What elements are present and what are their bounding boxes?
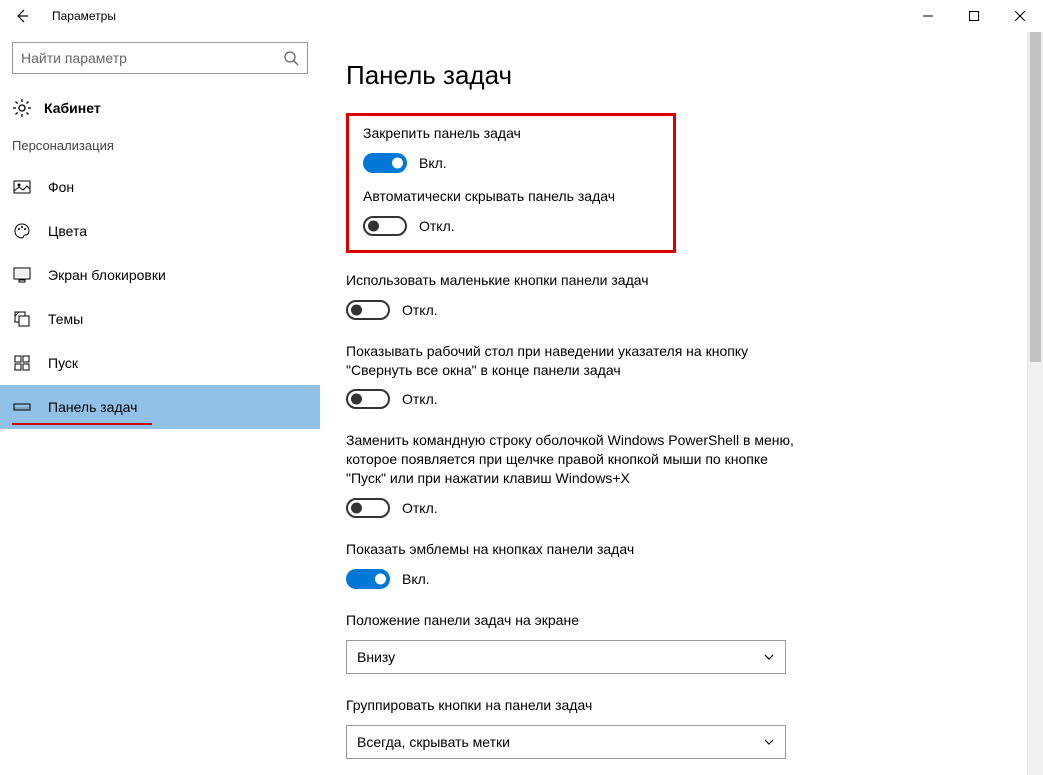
lockscreen-icon	[12, 266, 32, 284]
setting-label: Положение панели задач на экране	[346, 611, 806, 630]
setting-label: Закрепить панель задач	[363, 124, 659, 143]
page-title: Панель задач	[346, 60, 1043, 91]
setting-label: Заменить командную строку оболочкой Wind…	[346, 431, 806, 488]
setting-lock-taskbar: Закрепить панель задач Вкл.	[363, 124, 659, 173]
select-taskbar-position[interactable]: Внизу	[346, 640, 786, 674]
annotation-underline	[12, 423, 152, 425]
taskbar-icon	[12, 398, 32, 416]
sidebar-item-start[interactable]: Пуск	[0, 341, 320, 385]
sidebar-item-label: Фон	[48, 179, 74, 195]
sidebar-item-background[interactable]: Фон	[0, 165, 320, 209]
sidebar-item-label: Экран блокировки	[48, 267, 166, 283]
setting-position: Положение панели задач на экране Внизу	[346, 611, 806, 674]
gear-icon	[12, 98, 32, 118]
select-value: Всегда, скрывать метки	[357, 734, 510, 750]
minimize-button[interactable]	[905, 0, 951, 32]
titlebar: Параметры	[0, 0, 1043, 32]
setting-label: Показывать рабочий стол при наведении ук…	[346, 342, 806, 380]
setting-small-buttons: Использовать маленькие кнопки панели зад…	[346, 271, 806, 320]
main-content: Панель задач Закрепить панель задач Вкл.…	[320, 32, 1043, 775]
sidebar-item-colors[interactable]: Цвета	[0, 209, 320, 253]
toggle-peek-desktop[interactable]	[346, 389, 390, 409]
search-placeholder: Найти параметр	[21, 50, 283, 66]
toggle-powershell[interactable]	[346, 498, 390, 518]
maximize-button[interactable]	[951, 0, 997, 32]
palette-icon	[12, 222, 32, 240]
sidebar-item-lockscreen[interactable]: Экран блокировки	[0, 253, 320, 297]
window-title: Параметры	[36, 9, 116, 23]
annotation-highlight-box: Закрепить панель задач Вкл. Автоматическ…	[346, 113, 676, 253]
setting-auto-hide: Автоматически скрывать панель задач Откл…	[363, 187, 659, 236]
toggle-auto-hide[interactable]	[363, 216, 407, 236]
search-input[interactable]: Найти параметр	[12, 42, 308, 74]
setting-label: Автоматически скрывать панель задач	[363, 187, 659, 206]
setting-combine: Группировать кнопки на панели задач Всег…	[346, 696, 806, 759]
section-title: Персонализация	[0, 134, 320, 165]
select-combine-buttons[interactable]: Всегда, скрывать метки	[346, 725, 786, 759]
toggle-state: Откл.	[402, 500, 438, 516]
setting-powershell: Заменить командную строку оболочкой Wind…	[346, 431, 806, 518]
sidebar-item-label: Темы	[48, 311, 83, 327]
toggle-state: Вкл.	[402, 571, 430, 587]
sidebar-item-label: Цвета	[48, 223, 87, 239]
sidebar-item-label: Панель задач	[48, 399, 137, 415]
start-icon	[12, 354, 32, 372]
scrollbar[interactable]	[1027, 32, 1043, 775]
picture-icon	[12, 178, 32, 196]
toggle-state: Вкл.	[419, 155, 447, 171]
home-button[interactable]: Кабинет	[0, 90, 320, 134]
themes-icon	[12, 310, 32, 328]
sidebar-item-themes[interactable]: Темы	[0, 297, 320, 341]
sidebar-item-label: Пуск	[48, 355, 78, 371]
setting-badges: Показать эмблемы на кнопках панели задач…	[346, 540, 806, 589]
setting-label: Показать эмблемы на кнопках панели задач	[346, 540, 806, 559]
close-button[interactable]	[997, 0, 1043, 32]
toggle-state: Откл.	[402, 302, 438, 318]
window-controls	[905, 0, 1043, 32]
search-icon	[283, 50, 299, 66]
setting-label: Группировать кнопки на панели задач	[346, 696, 806, 715]
home-label: Кабинет	[44, 100, 101, 116]
toggle-badges[interactable]	[346, 569, 390, 589]
back-button[interactable]	[8, 2, 36, 30]
select-value: Внизу	[357, 649, 395, 665]
toggle-state: Откл.	[402, 391, 438, 407]
toggle-small-buttons[interactable]	[346, 300, 390, 320]
sidebar: Найти параметр Кабинет Персонализация Фо…	[0, 32, 320, 775]
setting-label: Использовать маленькие кнопки панели зад…	[346, 271, 806, 290]
toggle-state: Откл.	[419, 218, 455, 234]
chevron-down-icon	[763, 736, 775, 748]
scrollbar-thumb[interactable]	[1030, 32, 1041, 362]
chevron-down-icon	[763, 651, 775, 663]
toggle-lock-taskbar[interactable]	[363, 153, 407, 173]
setting-peek-desktop: Показывать рабочий стол при наведении ук…	[346, 342, 806, 410]
